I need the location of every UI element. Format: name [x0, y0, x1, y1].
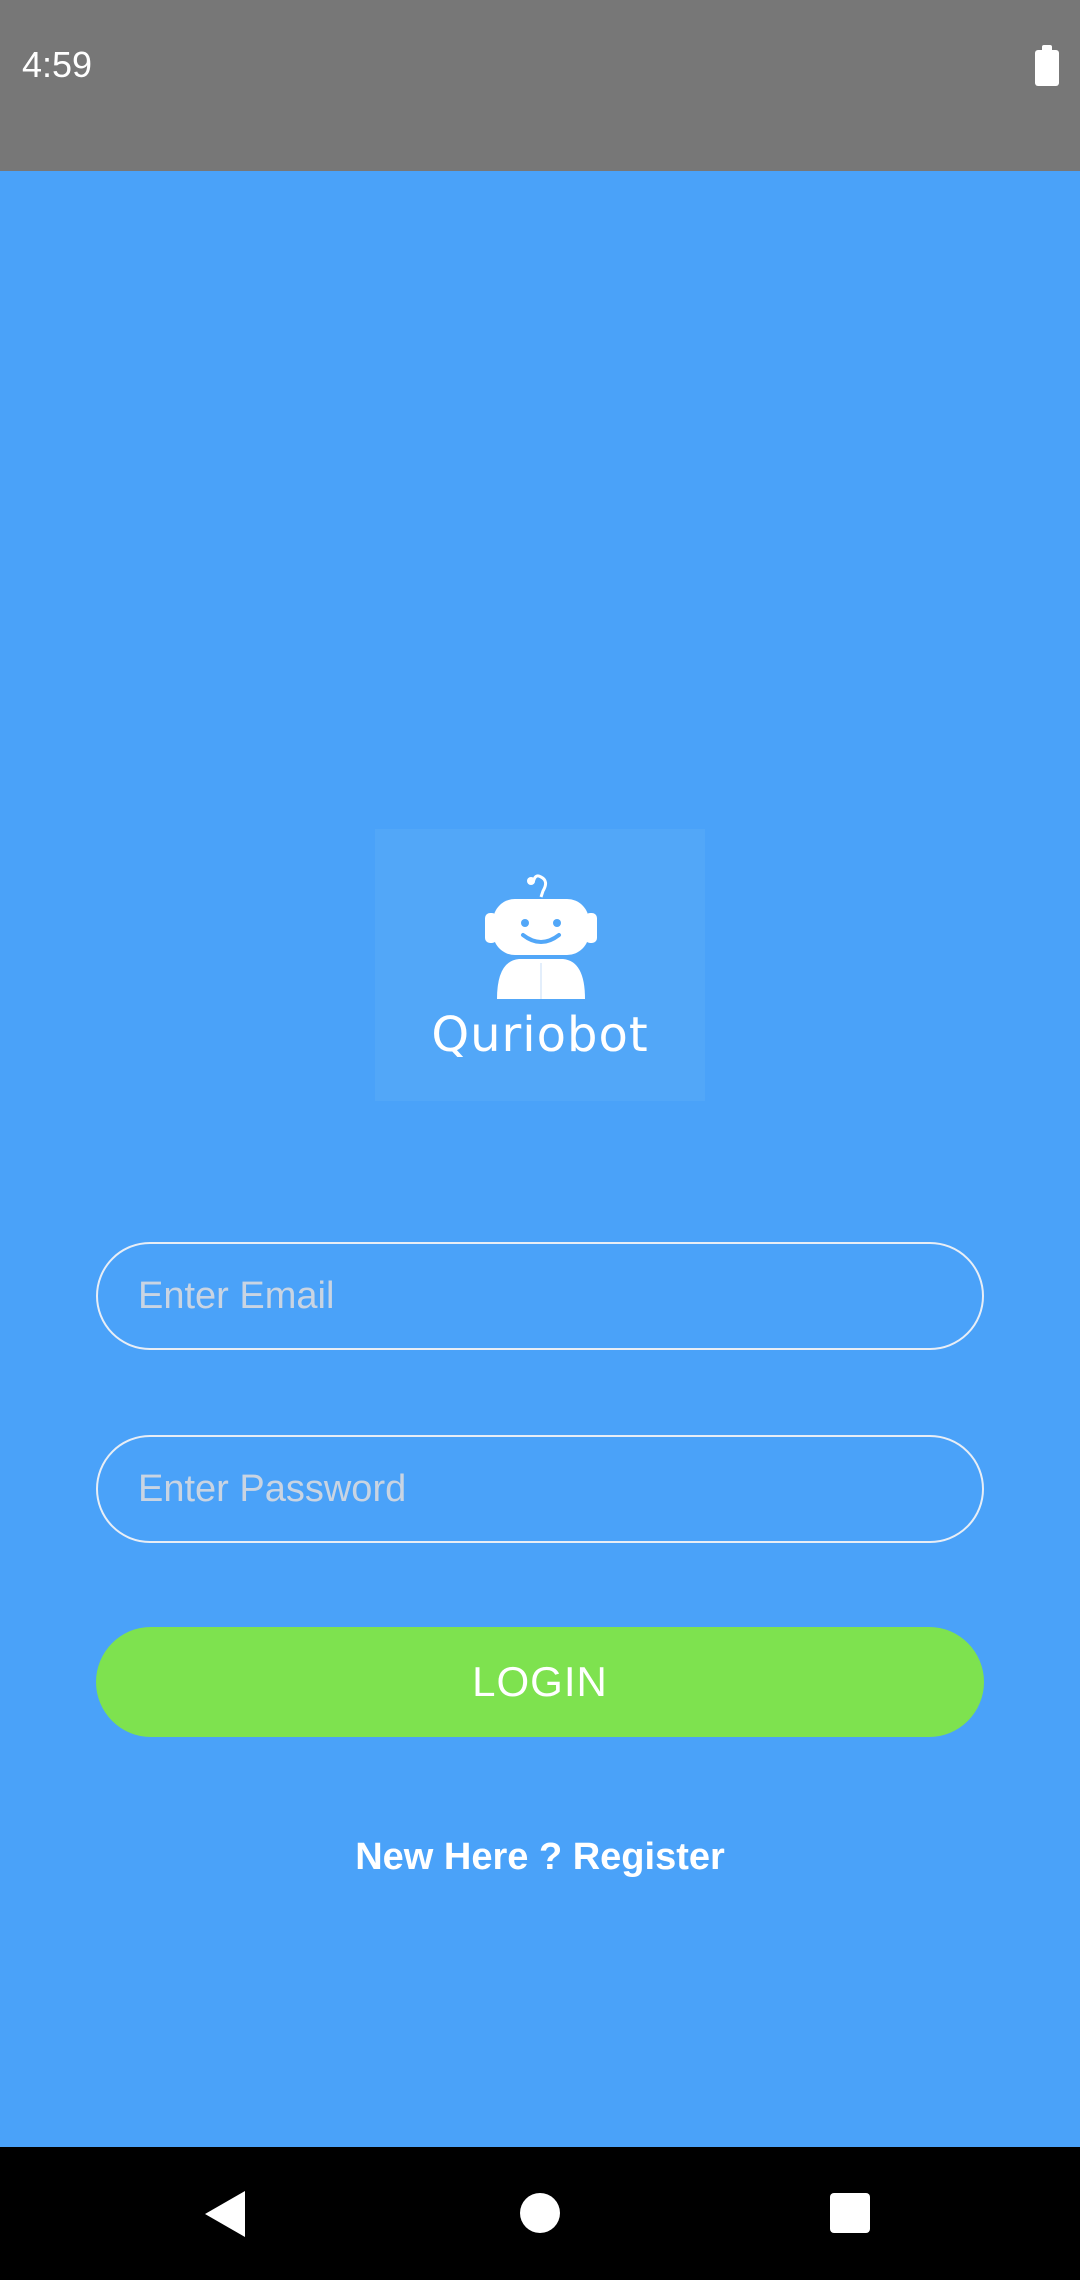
status-bar: 4:59	[0, 0, 1080, 171]
app-logo: Quriobot	[375, 829, 705, 1101]
password-input[interactable]	[96, 1435, 984, 1543]
email-input[interactable]	[96, 1242, 984, 1350]
home-icon[interactable]	[520, 2193, 560, 2233]
battery-icon	[1035, 45, 1059, 86]
logo-text: Quriobot	[431, 1007, 649, 1063]
back-icon[interactable]	[205, 2191, 245, 2237]
register-link[interactable]: New Here ? Register	[0, 1836, 1080, 1879]
robot-icon	[485, 874, 597, 999]
login-button[interactable]: LOGIN	[96, 1627, 984, 1737]
login-screen: Quriobot LOGIN New Here ? Register	[0, 171, 1080, 2147]
navigation-bar	[0, 2147, 1080, 2280]
recents-icon[interactable]	[830, 2193, 870, 2233]
status-time: 4:59	[22, 44, 93, 85]
